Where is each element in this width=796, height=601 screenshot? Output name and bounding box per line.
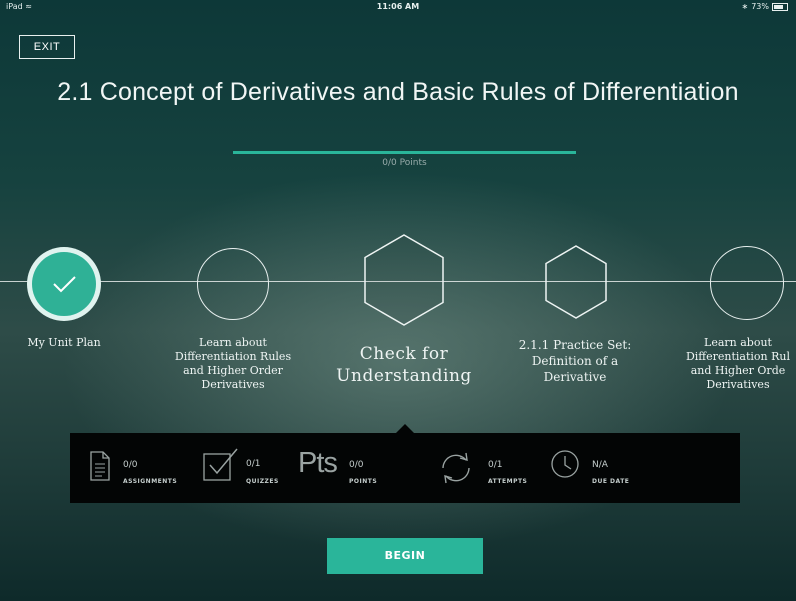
timeline-label-my-unit-plan: My Unit Plan xyxy=(10,336,118,350)
points-label: POINTS xyxy=(349,478,378,485)
stat-points: Pts 0/0 POINTS xyxy=(298,433,408,503)
stat-due-date: N/A DUE DATE xyxy=(550,433,660,503)
attempts-value: 0/1 xyxy=(488,460,503,470)
bluetooth-icon: ∗ xyxy=(741,2,749,11)
label-line: 2.1.1 Practice Set: xyxy=(518,338,632,352)
points-icon: Pts xyxy=(298,447,338,479)
exit-button[interactable]: EXIT xyxy=(19,35,75,59)
page-title: 2.1 Concept of Derivatives and Basic Rul… xyxy=(57,78,739,106)
stat-assignments: 0/0 ASSIGNMENTS xyxy=(90,433,200,503)
timeline-node-check-for-understanding[interactable] xyxy=(362,233,446,327)
label-line: Derivatives xyxy=(706,378,770,391)
label-line: Differentiation Rules xyxy=(174,350,292,363)
points-value: 0/0 xyxy=(349,460,364,470)
battery-indicator: ∗ 73% xyxy=(742,2,788,11)
info-bar-pointer xyxy=(396,424,414,433)
status-time: 11:06 AM xyxy=(376,2,420,11)
timeline-node-learn-differentiation-next[interactable] xyxy=(710,246,784,320)
timeline-label-check-for-understanding: Check for Understanding xyxy=(318,343,490,387)
label-line: Derivatives xyxy=(201,378,265,391)
clock-icon xyxy=(551,450,579,478)
label-line: Understanding xyxy=(336,366,472,386)
label-line: Derivative xyxy=(543,370,607,384)
label-line: Learn about xyxy=(704,336,772,349)
points-progress-label: 0/0 Points xyxy=(382,158,427,168)
stat-attempts: 0/1 ATTEMPTS xyxy=(438,433,548,503)
timeline-label-learn-differentiation: Learn about Differentiation Rules and Hi… xyxy=(158,336,308,392)
refresh-icon xyxy=(442,452,470,484)
label-line: Differentiation Rul xyxy=(685,350,791,363)
due-date-label: DUE DATE xyxy=(592,478,630,485)
label-line: Definition of a xyxy=(531,354,619,368)
label-line: My Unit Plan xyxy=(27,336,101,349)
label-line: Check for xyxy=(359,344,449,364)
due-date-value: N/A xyxy=(592,460,608,470)
assignments-label: ASSIGNMENTS xyxy=(123,478,178,485)
battery-icon xyxy=(772,2,788,11)
battery-percent: 73% xyxy=(751,2,769,11)
timeline-label-learn-differentiation-next: Learn about Differentiation Rul and High… xyxy=(680,336,796,392)
assignments-value: 0/0 xyxy=(123,460,138,470)
timeline-label-practice-set: 2.1.1 Practice Set: Definition of a Deri… xyxy=(500,337,650,385)
checkbox-icon xyxy=(203,448,238,481)
label-line: and Higher Orde xyxy=(690,364,786,377)
points-progress-fill xyxy=(233,151,576,154)
label-line: and Higher Order xyxy=(183,364,283,377)
timeline-node-learn-differentiation[interactable] xyxy=(197,248,269,320)
label-line: Learn about xyxy=(199,336,267,349)
quizzes-label: QUIZZES xyxy=(246,478,279,485)
points-progress-bar xyxy=(233,151,576,154)
status-bar: iPad ≈ 11:06 AM ∗ 73% xyxy=(0,0,796,14)
quizzes-value: 0/1 xyxy=(246,459,261,469)
timeline-node-practice-set[interactable] xyxy=(543,244,609,320)
begin-button[interactable]: BEGIN xyxy=(327,538,483,574)
stat-quizzes: 0/1 QUIZZES xyxy=(203,433,293,503)
timeline-node-my-unit-plan[interactable] xyxy=(27,247,101,321)
attempts-label: ATTEMPTS xyxy=(488,478,528,485)
checkmark-icon xyxy=(53,276,76,293)
document-icon xyxy=(90,451,110,481)
activity-stats-bar: 0/0 ASSIGNMENTS 0/1 QUIZZES Pts 0/0 POIN… xyxy=(70,433,740,503)
